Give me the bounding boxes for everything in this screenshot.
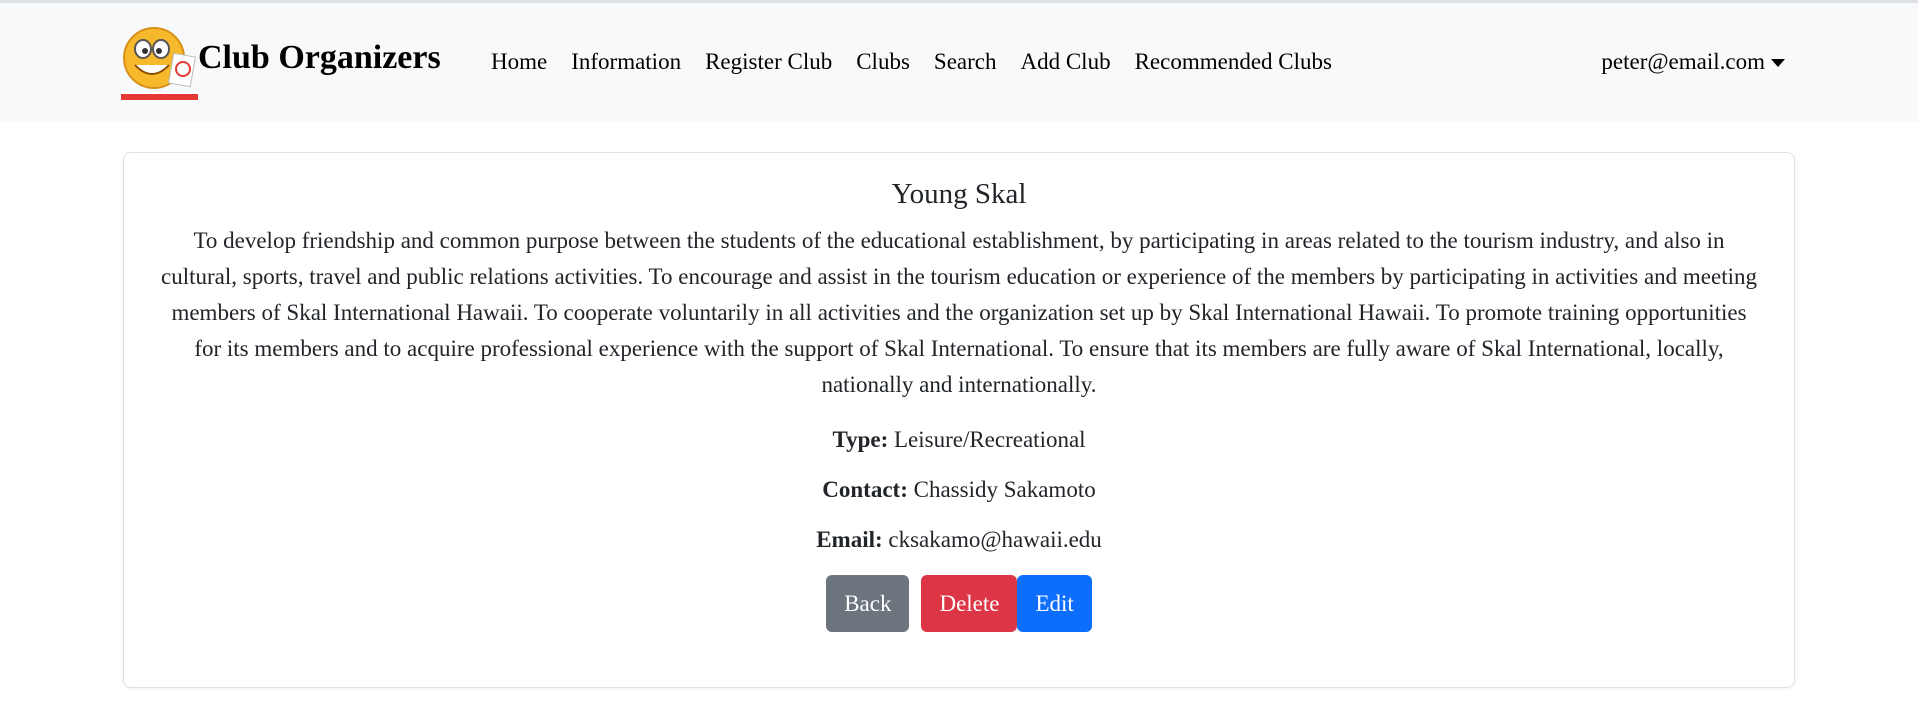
club-email: Email: cksakamo@hawaii.edu [124, 527, 1794, 553]
nav-register-club[interactable]: Register Club [705, 49, 832, 75]
nav-add-club[interactable]: Add Club [1020, 49, 1110, 75]
smiley-grade-logo-icon [121, 25, 198, 100]
type-value: Leisure/Recreational [893, 427, 1086, 452]
brand[interactable]: Club Organizers [121, 25, 441, 100]
nav-home[interactable]: Home [491, 49, 547, 75]
action-buttons: Back Delete Edit [124, 575, 1794, 632]
nav-clubs[interactable]: Clubs [856, 49, 910, 75]
nav-search[interactable]: Search [934, 49, 997, 75]
club-card: Young Skal To develop friendship and com… [123, 152, 1795, 688]
user-email: peter@email.com [1601, 49, 1765, 74]
nav-recommended-clubs[interactable]: Recommended Clubs [1135, 49, 1332, 75]
brand-title: Club Organizers [198, 38, 441, 76]
type-label: Type: [832, 427, 889, 452]
delete-button[interactable]: Delete [921, 575, 1018, 632]
navbar: Club Organizers Home Information Registe… [0, 3, 1918, 122]
nav-links: Home Information Register Club Clubs Sea… [491, 49, 1356, 75]
club-contact: Contact: Chassidy Sakamoto [124, 477, 1794, 503]
contact-label: Contact: [822, 477, 908, 502]
club-type: Type: Leisure/Recreational [124, 427, 1794, 453]
contact-value: Chassidy Sakamoto [913, 477, 1096, 502]
back-button[interactable]: Back [826, 575, 910, 632]
edit-button[interactable]: Edit [1017, 575, 1092, 632]
nav-information[interactable]: Information [571, 49, 681, 75]
email-value: cksakamo@hawaii.edu [888, 527, 1102, 552]
email-label: Email: [816, 527, 883, 552]
caret-down-icon [1771, 59, 1785, 67]
club-description: To develop friendship and common purpose… [161, 228, 1757, 397]
club-name: Young Skal [891, 178, 1027, 210]
user-dropdown[interactable]: peter@email.com [1601, 49, 1785, 75]
